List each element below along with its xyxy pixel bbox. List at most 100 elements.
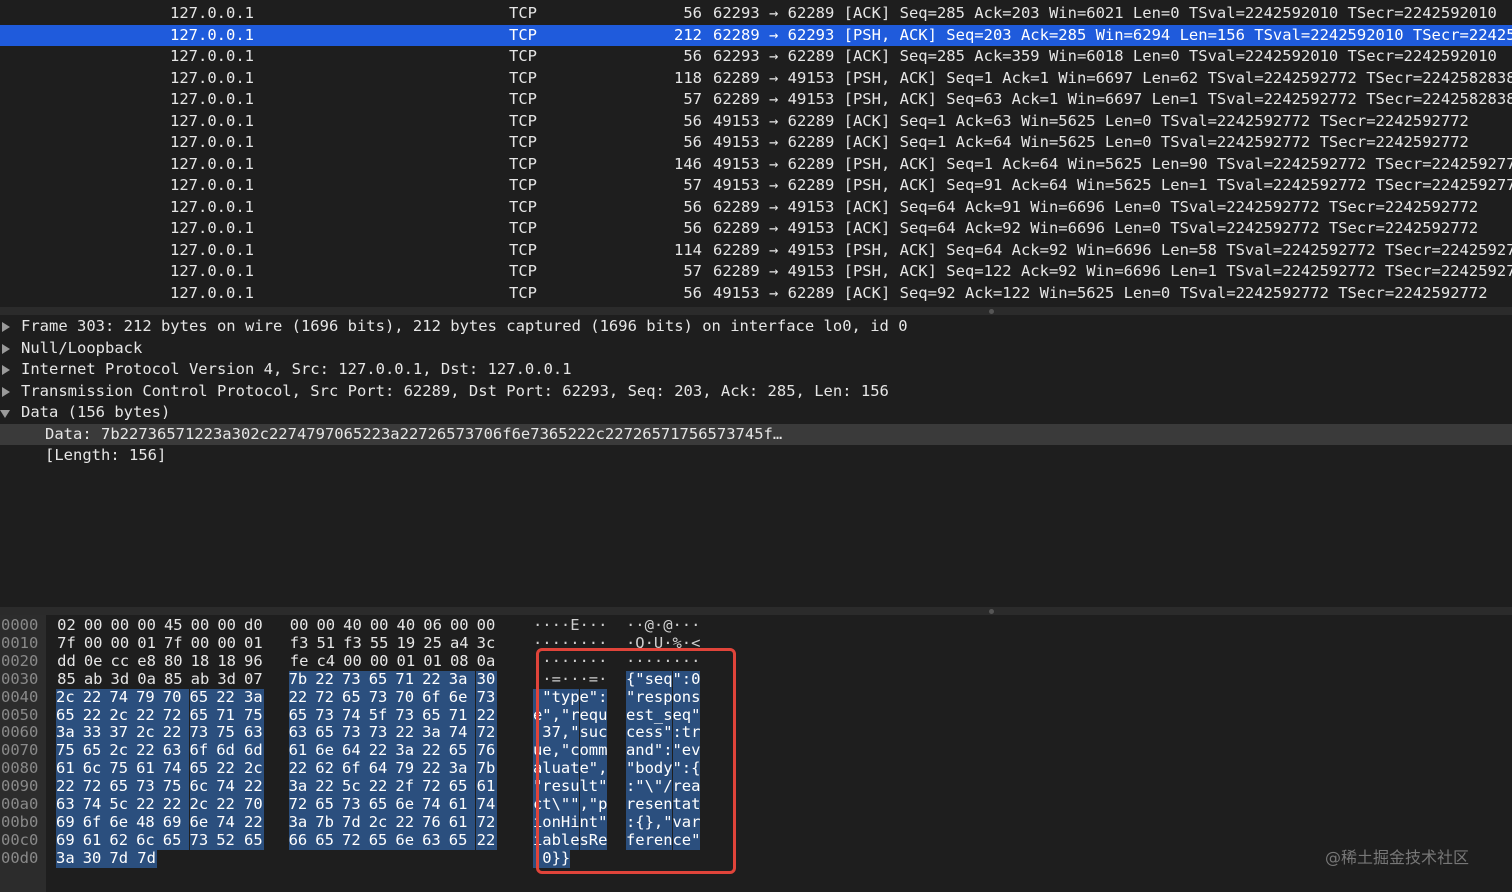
ascii-char[interactable]: @ [663,616,672,635]
hex-byte[interactable]: 75 [216,723,243,743]
hex-byte[interactable]: 00 [476,616,497,635]
packet-row[interactable]: 127.0.0.1 TCP 56 62289 → 49153 [ACK] Seq=64… [0,197,1512,219]
hex-byte[interactable]: 74 [422,795,449,814]
hex-byte[interactable]: 69 [56,831,83,850]
hex-byte[interactable]: 64 [368,759,396,779]
hex-byte[interactable]: 73 [189,831,217,850]
hex-byte[interactable]: 66 [288,831,316,850]
hex-byte[interactable]: 00 [109,616,130,635]
hex-byte[interactable]: 22 [475,706,497,725]
hex-byte[interactable]: f3 [342,634,363,653]
hex-byte[interactable]: 45 [163,616,184,635]
hex-byte[interactable]: 73 [395,706,423,725]
hex-byte[interactable]: 3a [448,759,476,779]
hex-byte[interactable]: 65 [448,741,476,761]
hex-byte[interactable]: 2c [109,741,137,761]
hex-byte[interactable]: 65 [189,759,217,779]
packet-bytes-pane[interactable]: 0000 02 00 00 00 45 00 00 d0 00 00 40 00 40 06 00 00 · · · ·… [0,615,1512,892]
hex-byte[interactable]: 76 [475,741,497,761]
hex-byte[interactable]: 65 [56,706,83,725]
hex-byte[interactable]: 70 [242,795,264,814]
hex-byte[interactable]: 96 [243,652,264,671]
hex-byte[interactable]: 00 [216,634,237,653]
hex-byte[interactable]: 3a [56,723,83,743]
hex-byte[interactable]: 74 [162,759,190,779]
hex-byte[interactable]: 75 [162,777,190,796]
hex-byte[interactable]: 00 [109,634,130,653]
hex-byte[interactable]: 65 [448,831,476,850]
hex-byte[interactable]: 7b [475,759,497,779]
hex-byte[interactable]: 75 [242,706,264,725]
detail-tree-item[interactable]: Transmission Control Protocol, Src Port:… [0,381,1512,403]
hex-byte[interactable]: 74 [216,777,243,796]
hex-byte[interactable]: 74 [342,706,369,725]
hex-byte[interactable]: 2f [395,777,423,796]
detail-tree-item[interactable]: Data (156 bytes) [0,402,1512,424]
packet-row[interactable]: 127.0.0.1 TCP 118 62289 → 49153 [PSH, ACK] … [0,68,1512,90]
hex-byte[interactable]: 72 [475,723,497,743]
hex-byte[interactable]: c4 [315,652,336,671]
hex-byte[interactable]: 73 [342,795,369,814]
hex-byte[interactable]: 3c [476,634,497,653]
hex-byte[interactable]: 2c [109,706,137,725]
hex-byte[interactable]: cc [109,652,130,671]
packet-list[interactable]: 127.0.0.1 TCP 56 62293 → 62289 [ACK] Seq=28… [0,0,1512,307]
hex-byte[interactable]: 22 [216,795,243,814]
hex-byte[interactable]: 00 [369,616,390,635]
hex-byte[interactable]: 3a [56,849,83,868]
hex-byte[interactable]: 74 [448,723,476,743]
hex-byte[interactable]: 18 [190,652,211,671]
hex-byte[interactable]: f3 [289,634,310,653]
hex-byte[interactable]: 22 [82,706,110,725]
expanded-triangle-icon[interactable] [0,410,10,418]
hex-byte[interactable]: 22 [216,759,243,779]
packet-row[interactable]: 127.0.0.1 TCP 56 49153 → 62289 [ACK] Seq=92… [0,283,1512,305]
ascii-char[interactable]: · [552,616,561,635]
hex-byte[interactable]: 22 [368,741,396,761]
hex-byte[interactable]: 7b [315,813,342,832]
detail-tree-item[interactable]: Data: 7b22736571223a302c2274797065223a22… [0,423,1512,445]
hex-byte[interactable]: 75 [109,759,137,779]
hex-byte[interactable]: 6c [136,831,163,850]
ascii-char[interactable]: · [561,616,570,635]
packet-row[interactable]: 127.0.0.1 TCP 56 49153 → 62289 [ACK] Seq=1 … [0,132,1512,154]
detail-tree-item[interactable]: Internet Protocol Version 4, Src: 127.0.… [0,359,1512,381]
packet-row[interactable]: 127.0.0.1 TCP 57 62289 → 49153 [PSH, ACK] S… [0,261,1512,283]
hex-byte[interactable]: 40 [395,616,416,635]
hex-byte[interactable]: 48 [136,813,163,832]
hex-byte[interactable]: 22 [216,688,243,707]
hex-byte[interactable]: 73 [342,670,369,689]
hex-byte[interactable]: 65 [342,688,369,707]
hex-byte[interactable]: 07 [243,670,264,689]
hex-byte[interactable]: d0 [243,616,264,635]
hex-byte[interactable]: 01 [136,634,157,653]
hex-byte[interactable]: 01 [395,652,416,671]
hex-byte[interactable]: 22 [288,759,316,779]
hex-byte[interactable]: 22 [422,759,449,779]
hex-byte[interactable]: 0e [83,652,104,671]
hex-byte[interactable]: 72 [82,777,110,796]
hex-byte[interactable]: ab [190,670,211,689]
packet-details-tree[interactable]: Frame 303: 212 bytes on wire (1696 bits)… [0,315,1512,606]
hex-byte[interactable]: 30 [82,849,110,868]
hex-byte[interactable]: 74 [109,688,137,707]
ascii-char[interactable]: · [635,616,644,635]
hex-byte[interactable]: 73 [368,723,396,743]
hex-byte[interactable]: 00 [342,652,363,671]
hex-byte[interactable]: 22 [422,670,449,689]
hex-byte[interactable]: a4 [449,634,470,653]
hex-byte[interactable]: 65 [242,831,264,850]
hex-byte[interactable]: 33 [82,723,110,743]
hex-byte[interactable]: 02 [56,616,77,635]
hex-byte[interactable]: 22 [162,723,190,743]
hex-byte[interactable]: 22 [242,777,264,796]
hex-byte[interactable]: 00 [315,616,336,635]
hex-byte[interactable]: e8 [136,652,157,671]
hex-byte[interactable]: 62 [315,759,342,779]
hex-byte[interactable]: 5c [342,777,369,796]
collapsed-triangle-icon[interactable] [2,365,10,375]
hex-byte[interactable]: 65 [189,688,217,707]
hex-byte[interactable]: 00 [136,616,157,635]
hex-byte[interactable]: 3a [448,670,476,689]
hex-byte[interactable]: 72 [162,706,190,725]
